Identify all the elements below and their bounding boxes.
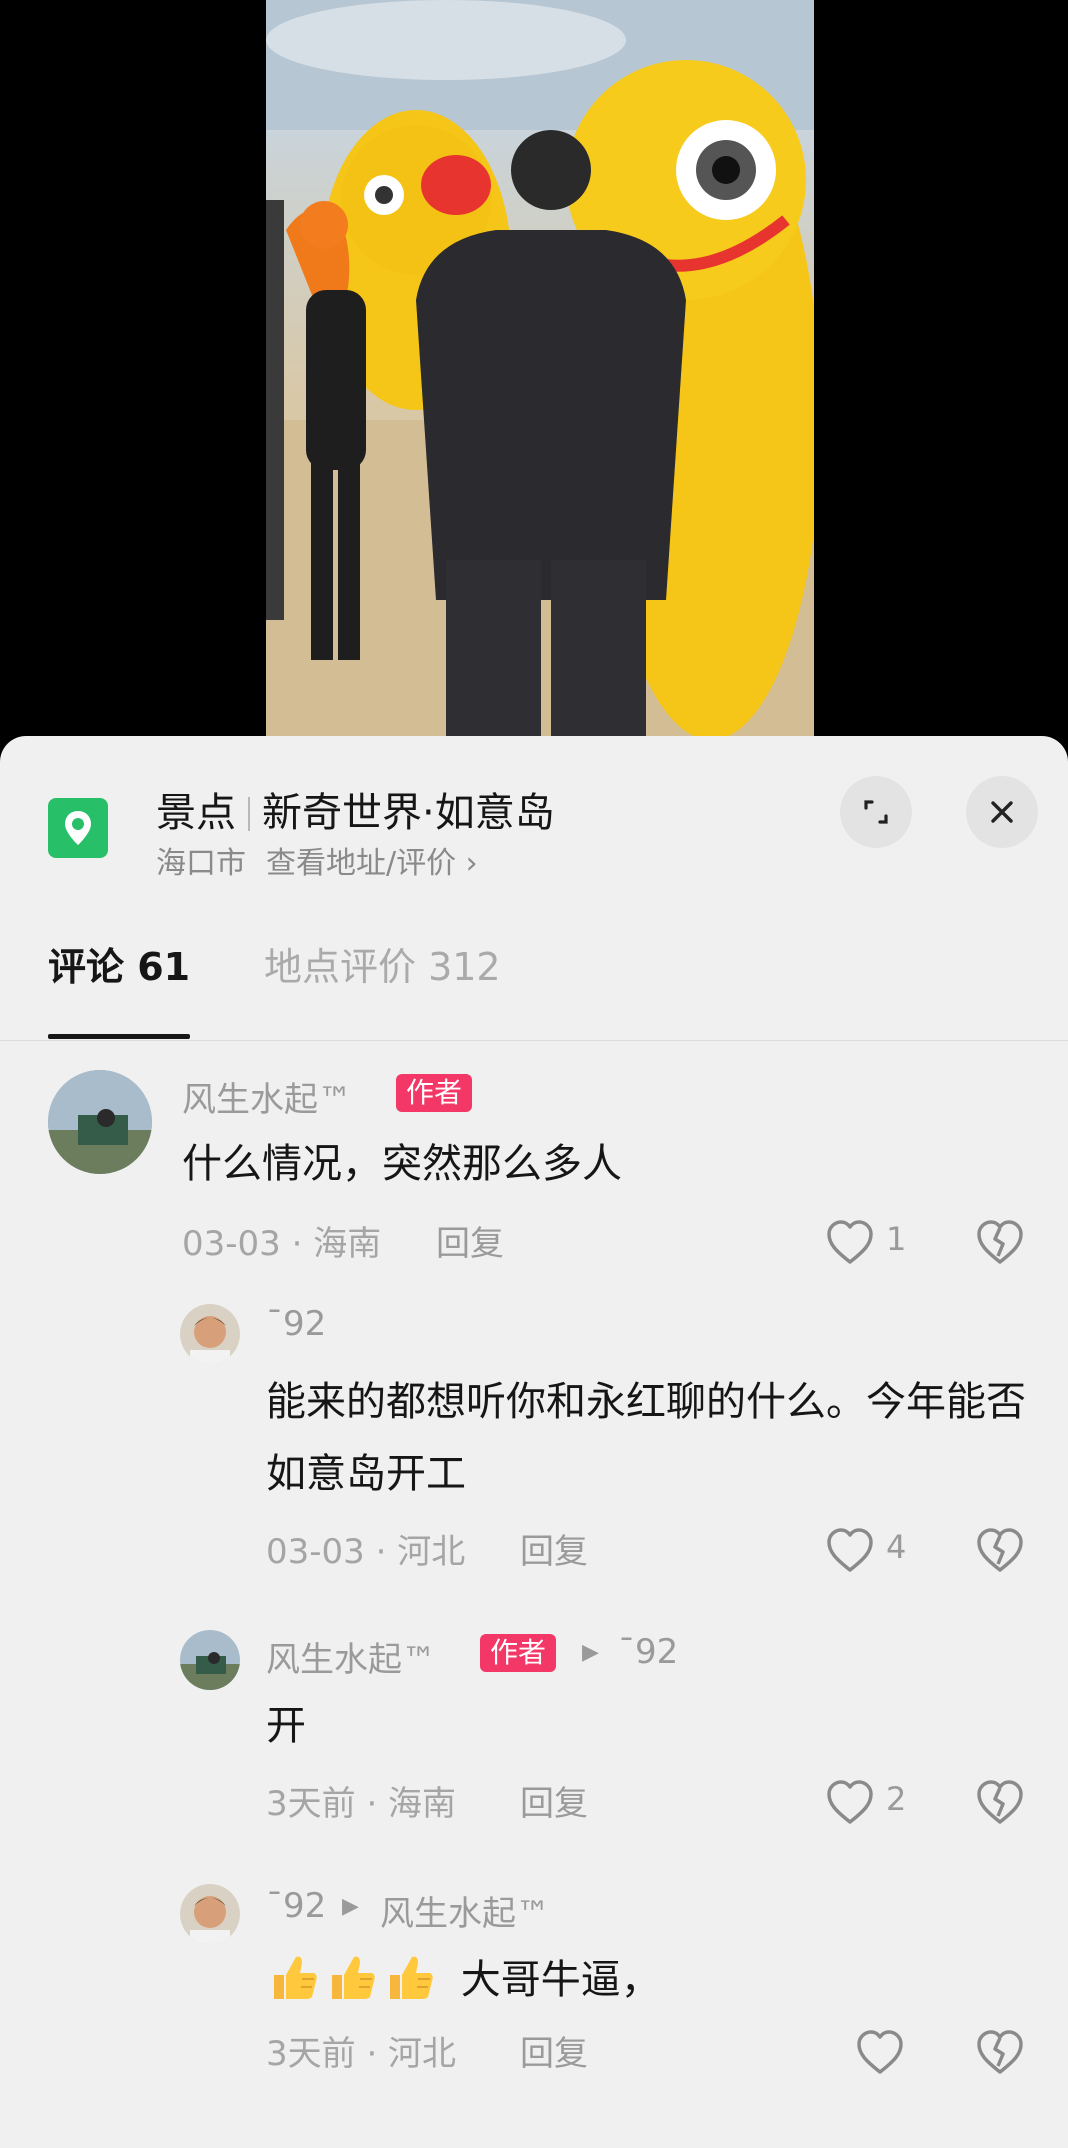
like-count: 4 xyxy=(886,1528,907,1566)
comment-username[interactable]: 风生水起™ xyxy=(266,1632,436,1681)
video-frame[interactable] xyxy=(266,0,814,740)
close-icon xyxy=(991,801,1013,823)
like-heart-icon[interactable] xyxy=(826,1780,874,1826)
view-address-link[interactable]: 查看地址/评价 › xyxy=(266,846,478,881)
thumbs-up-icon xyxy=(274,1956,317,1999)
title-separator xyxy=(248,797,250,831)
comment-text: 什么情况，突然那么多人 xyxy=(182,1141,622,1187)
comment-meta: 3天前 · 河北 xyxy=(266,2034,457,2074)
reply-button[interactable]: 回复 xyxy=(520,1524,588,1573)
location-category: 景点 xyxy=(156,790,236,836)
avatar[interactable] xyxy=(48,1070,152,1174)
comment-meta: 3天前 · 海南 xyxy=(266,1784,457,1824)
expand-icon xyxy=(864,800,888,824)
thumbs-up-icon xyxy=(390,1956,433,1999)
video-player[interactable] xyxy=(0,0,1068,740)
location-city: 海口市 xyxy=(156,846,246,881)
dislike-broken-heart-icon[interactable] xyxy=(976,2030,1024,2076)
comment-username[interactable]: ˉ92 xyxy=(266,1886,326,1926)
like-heart-icon[interactable] xyxy=(826,1528,874,1574)
video-scene xyxy=(266,0,814,740)
author-badge: 作者 xyxy=(480,1634,557,1672)
location-comments-sheet: 景点 新奇世界·如意岛 海口市 查看地址/评价 › 评论 61 地点评价 312 风… xyxy=(0,736,1068,2148)
comment-meta: 03-03 · 海南 xyxy=(182,1224,382,1264)
reply-arrow-icon: ▶ xyxy=(582,1640,599,1665)
close-button[interactable] xyxy=(966,776,1038,848)
comment-username[interactable]: 风生水起™ xyxy=(182,1072,352,1121)
location-title[interactable]: 景点 新奇世界·如意岛 xyxy=(156,780,555,838)
comment-meta: 03-03 · 河北 xyxy=(266,1532,466,1572)
like-count: 1 xyxy=(886,1220,907,1258)
comment-text-content: 大哥牛逼， xyxy=(460,1957,661,2003)
dislike-broken-heart-icon[interactable] xyxy=(976,1220,1024,1266)
reply-arrow-icon: ▶ xyxy=(342,1894,359,1919)
location-name: 新奇世界·如意岛 xyxy=(262,790,555,836)
comment-text: 👍👍👍 大哥牛逼， xyxy=(266,1944,1046,2016)
dislike-broken-heart-icon[interactable] xyxy=(976,1528,1024,1574)
avatar[interactable] xyxy=(180,1304,240,1364)
reply-button[interactable]: 回复 xyxy=(520,2026,588,2075)
like-heart-icon[interactable] xyxy=(856,2030,904,2076)
map-pin-icon xyxy=(48,798,108,858)
dislike-broken-heart-icon[interactable] xyxy=(976,1780,1024,1826)
avatar[interactable] xyxy=(180,1884,240,1944)
active-tab-indicator xyxy=(48,1034,190,1039)
author-badge: 作者 xyxy=(396,1074,473,1112)
reply-to-username[interactable]: ˉ92 xyxy=(618,1632,678,1672)
thumbs-up-icon xyxy=(332,1956,375,1999)
reply-button[interactable]: 回复 xyxy=(520,1776,588,1825)
tab-comments[interactable]: 评论 61 xyxy=(48,936,190,991)
like-heart-icon[interactable] xyxy=(826,1220,874,1266)
avatar[interactable] xyxy=(180,1630,240,1690)
comment-text: 开 xyxy=(266,1703,306,1749)
reply-to-username[interactable]: 风生水起™ xyxy=(380,1886,550,1935)
tabs-divider xyxy=(0,1040,1068,1041)
location-subtitle: 海口市 查看地址/评价 › xyxy=(156,838,478,882)
like-count: 2 xyxy=(886,1780,907,1818)
comment-username[interactable]: ˉ92 xyxy=(266,1304,326,1344)
tab-place-reviews[interactable]: 地点评价 312 xyxy=(264,936,501,991)
reply-button[interactable]: 回复 xyxy=(436,1216,504,1265)
expand-button[interactable] xyxy=(840,776,912,848)
comment-text: 能来的都想听你和永红聊的什么。今年能否如意岛开工 xyxy=(266,1379,1026,1497)
